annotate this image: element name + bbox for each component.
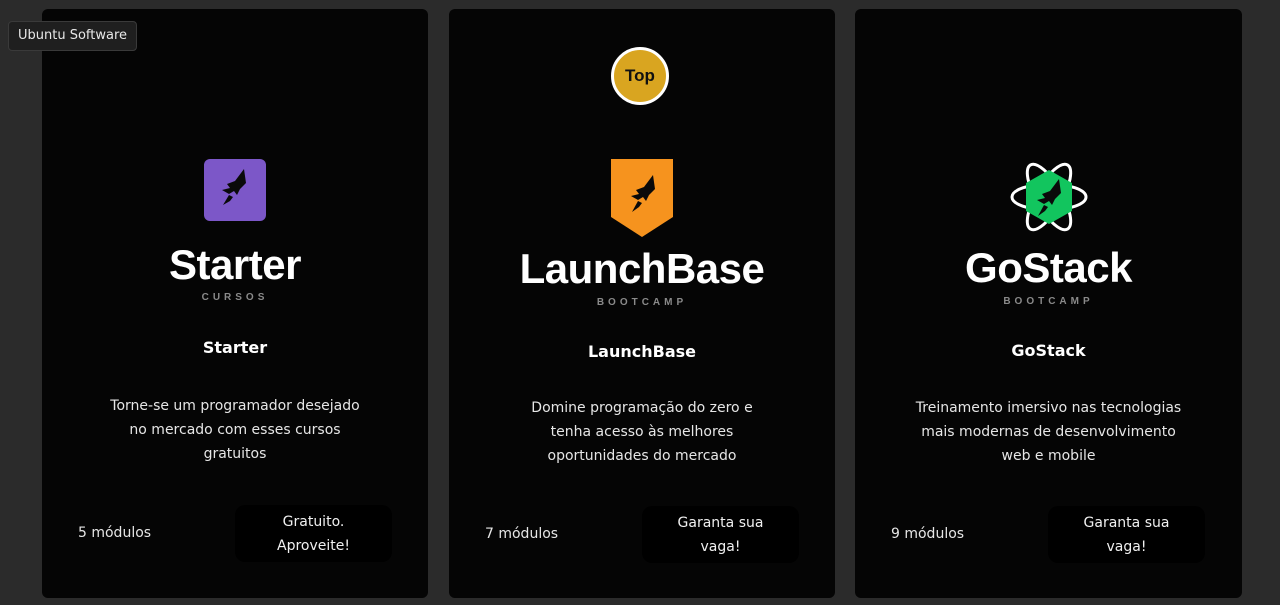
rocketseat-square-purple-icon [204,159,266,225]
card-title: GoStack [1011,341,1086,360]
cta-button[interactable]: Garanta sua vaga! [1048,506,1205,563]
brand-wordmark: Starter [169,241,301,288]
brand-subtitle: BOOTCAMP [596,297,688,308]
brand-wordmark: LaunchBase [519,245,765,292]
course-card-launchbase: Top LaunchBase BOOTCAMP LaunchBase Domin… [449,9,835,598]
course-card-gostack: GoStack BOOTCAMP GoStack Treinamento ime… [855,9,1242,598]
card-description: Treinamento imersivo nas tecnologias mai… [915,400,1182,464]
cta-label: Garanta sua vaga! [1083,514,1170,555]
cta-button[interactable]: Gratuito. Aproveite! [235,505,392,562]
cta-label: Garanta sua vaga! [677,514,764,555]
rocketseat-shield-orange-icon [611,159,673,241]
brand-subtitle: CURSOS [201,292,269,303]
brand-wordmark: GoStack [965,244,1132,291]
ubuntu-software-tooltip: Ubuntu Software [8,21,138,51]
modules-count: 7 módulos [485,526,559,542]
brand-subtitle: BOOTCAMP [1003,296,1094,307]
cta-label: Gratuito. Aproveite! [277,513,350,554]
cta-button[interactable]: Garanta sua vaga! [642,506,799,563]
modules-count: 5 módulos [78,525,152,541]
top-badge: Top [611,47,669,105]
card-description: Domine programação do zero e tenha acess… [531,400,753,464]
rocketseat-atom-green-icon [1009,157,1089,241]
course-card-starter: Starter CURSOS Starter Torne-se um progr… [42,9,428,598]
modules-count: 9 módulos [891,526,965,542]
card-description: Torne-se um programador desejado no merc… [110,398,360,462]
card-title: Starter [202,338,268,357]
card-title: LaunchBase [587,342,696,361]
